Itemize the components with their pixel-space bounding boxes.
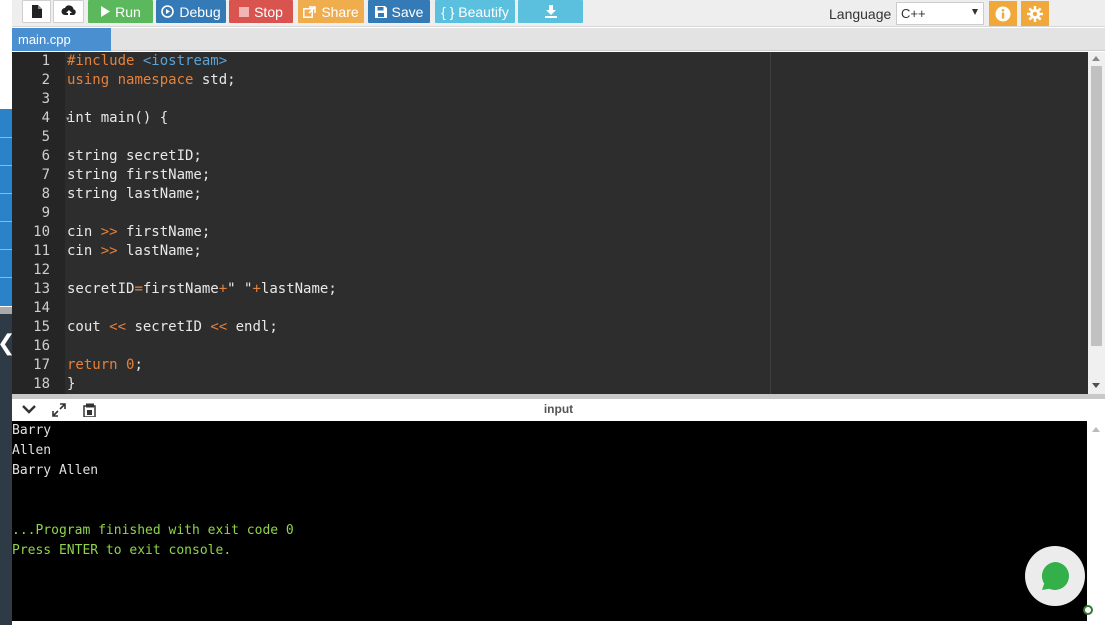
line-number: 12 — [33, 262, 50, 278]
share-label: Share — [321, 3, 359, 20]
gear-icon — [1027, 5, 1043, 22]
line-number: 8 — [41, 186, 50, 202]
code-line: secretID=firstName+" "+lastName; — [67, 281, 337, 297]
code-line: string lastName; — [67, 186, 202, 202]
fold-arrow-icon[interactable]: ▾ — [66, 115, 70, 123]
console-header: input — [12, 399, 1105, 421]
code-line: cout << secretID << endl; — [67, 319, 278, 335]
chat-icon — [1041, 562, 1069, 590]
line-number: 3 — [41, 91, 50, 107]
line-number: 16 — [33, 338, 50, 354]
console-title: input — [543, 402, 574, 416]
download-button[interactable] — [518, 0, 583, 23]
share-button[interactable]: Share — [298, 0, 364, 23]
line-number: 17 — [33, 357, 50, 373]
stop-label: Stop — [254, 3, 283, 20]
console-output[interactable]: Barry Allen Barry Allen ...Program finis… — [12, 421, 1087, 621]
run-label: Run — [115, 3, 141, 20]
save-icon — [374, 5, 387, 18]
download-icon — [544, 5, 557, 18]
debug-button[interactable]: Debug — [156, 0, 226, 23]
console-line: Barry — [12, 423, 52, 438]
line-number: 13 — [33, 281, 50, 297]
line-number: 7 — [41, 167, 50, 183]
line-number: 10 — [33, 224, 50, 240]
chat-button[interactable] — [1025, 546, 1085, 606]
debug-label: Debug — [179, 3, 221, 20]
stop-icon — [239, 6, 250, 17]
code-line: using namespace std; — [67, 72, 236, 88]
tab-label: main.cpp — [18, 32, 71, 47]
status-indicator — [1083, 605, 1093, 615]
code-line: return 0; — [67, 357, 143, 373]
upload-button[interactable] — [53, 0, 84, 23]
new-file-button[interactable] — [22, 0, 51, 23]
console-scrollbar[interactable] — [1087, 421, 1105, 621]
settings-button[interactable] — [1021, 1, 1049, 26]
sidebar-dark-panel — [0, 314, 12, 625]
line-number: 11 — [33, 243, 50, 259]
line-number: 18 — [33, 376, 50, 392]
run-button[interactable]: Run — [88, 0, 153, 23]
console-line: Press ENTER to exit console. — [12, 543, 232, 558]
line-number: 5 — [41, 129, 50, 145]
debug-icon — [161, 5, 175, 18]
file-icon — [32, 5, 42, 18]
code-line: #include <iostream> — [67, 53, 228, 69]
line-number: 9 — [41, 205, 50, 221]
code-line: } — [67, 376, 76, 392]
line-number: 2 — [41, 72, 50, 88]
code-editor[interactable]: 1 2 3 4 5 6 7 8 9 10 11 12 13 14 15 16 17 18 #include <io… — [12, 52, 1088, 394]
line-number: 6 — [41, 148, 50, 164]
code-line: cin >> lastName; — [67, 243, 202, 259]
save-button[interactable]: Save — [368, 0, 430, 23]
language-value: C++ — [901, 6, 926, 21]
save-label: Save — [391, 3, 424, 20]
line-number: 14 — [33, 300, 50, 316]
beautify-label: { } Beautify — [441, 3, 509, 20]
line-number: 4 — [41, 110, 50, 126]
line-number-gutter: 1 2 3 4 5 6 7 8 9 10 11 12 13 14 15 16 17 18 — [12, 52, 65, 394]
code-line: int main() { — [67, 110, 169, 126]
console-line: ...Program finished with exit code 0 — [12, 523, 294, 538]
upload-icon — [61, 4, 76, 18]
left-sidebar-edge: ❮ — [0, 0, 15, 625]
chevron-down-icon — [972, 9, 978, 15]
console-line: Allen — [12, 443, 52, 458]
console-line: Barry Allen — [12, 463, 99, 478]
editor-scrollbar[interactable] — [1088, 52, 1105, 394]
beautify-button[interactable]: { } Beautify — [435, 0, 515, 23]
language-label: Language — [829, 6, 892, 22]
code-line: cin >> firstName; — [67, 224, 211, 240]
info-button[interactable] — [989, 1, 1017, 26]
line-number: 15 — [33, 319, 50, 335]
code-line: string firstName; — [67, 167, 211, 183]
file-tab-bar: main.cpp — [12, 28, 1105, 51]
line-number: 1 — [41, 53, 50, 69]
info-icon — [995, 6, 1011, 21]
play-icon — [101, 6, 111, 17]
share-icon — [303, 5, 317, 18]
code-line: string secretID; — [67, 148, 202, 164]
language-select[interactable]: C++ — [896, 2, 984, 25]
tab-main-cpp[interactable]: main.cpp — [12, 28, 111, 51]
stop-button[interactable]: Stop — [229, 0, 293, 23]
editor-scrollbar-thumb[interactable] — [1091, 66, 1102, 346]
toolbar: Run Debug Stop Share Save { } Beautify L… — [12, 0, 1105, 27]
